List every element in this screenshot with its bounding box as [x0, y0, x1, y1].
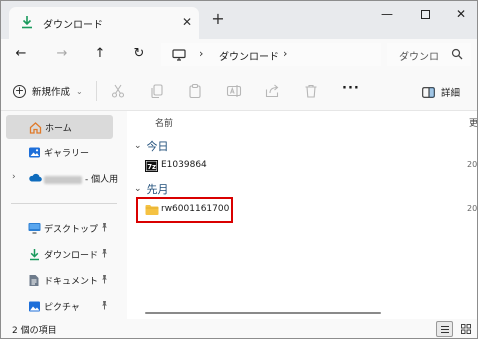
sidebar-item-label: ダウンロード — [44, 251, 99, 261]
paste-button[interactable] — [187, 83, 203, 99]
rename-button[interactable] — [226, 83, 242, 99]
file-name: E1039864 — [161, 160, 207, 170]
navigation-pane: ホーム ギャラリー › - 個人用 デスクトップ ダウンロード ドキュメント ピ… — [1, 111, 127, 319]
sidebar-item-label: ドキュメント — [44, 277, 99, 287]
pin-icon — [100, 274, 109, 286]
desktop-icon — [28, 222, 41, 237]
trash-icon — [305, 84, 317, 98]
back-button[interactable]: ← — [11, 44, 31, 64]
column-header-name[interactable]: 名前 — [155, 116, 173, 129]
search-input[interactable]: ダウンロ — [399, 48, 439, 63]
forward-button[interactable]: → — [52, 44, 72, 64]
share-icon — [265, 84, 279, 98]
sidebar-item-label: デスクトップ — [44, 225, 99, 235]
breadcrumb-separator[interactable]: › — [199, 47, 203, 60]
share-button[interactable] — [264, 83, 280, 99]
file-date: 20 — [467, 204, 478, 213]
address-bar[interactable]: › ダウンロード › — [161, 43, 381, 66]
download-icon — [20, 15, 34, 32]
home-icon — [29, 121, 42, 137]
pictures-icon — [28, 300, 41, 316]
maximize-icon — [420, 10, 430, 19]
details-button[interactable]: 詳細 — [422, 85, 460, 99]
up-button[interactable]: ↑ — [90, 44, 110, 64]
sidebar-item-label: - 個人用 — [85, 175, 119, 185]
new-tab-button[interactable]: + — [210, 11, 226, 27]
add-icon: + — [13, 83, 26, 98]
sidebar-item-label: ホーム — [45, 124, 72, 134]
breadcrumb-downloads[interactable]: ダウンロード — [219, 48, 279, 63]
refresh-button[interactable]: ↻ — [129, 44, 149, 64]
group-header-today[interactable]: ⌄ 今日 — [134, 138, 169, 154]
search-icon — [451, 48, 463, 63]
this-pc-icon — [172, 49, 186, 64]
file-explorer-window: ダウンロード ✕ + — ✕ ← → ↑ ↻ › ダウンロード › ダウンロ +… — [0, 0, 478, 339]
toolbar-divider — [96, 81, 97, 101]
delete-button[interactable] — [303, 83, 319, 99]
new-button[interactable]: + 新規作成 ⌄ — [13, 82, 83, 100]
details-view-button[interactable] — [436, 321, 453, 337]
command-bar: + 新規作成 ⌄ ··· 詳細 — [1, 69, 477, 111]
pin-icon — [100, 300, 109, 312]
sidebar-item-label: ピクチャ — [44, 303, 80, 313]
chevron-down-icon: ⌄ — [76, 86, 83, 96]
horizontal-scrollbar[interactable] — [145, 312, 381, 314]
redacted-account-name — [44, 175, 82, 184]
document-icon — [28, 274, 40, 290]
svg-text:7z: 7z — [147, 163, 156, 171]
search-box[interactable]: ダウンロ — [387, 43, 471, 66]
rename-icon — [226, 85, 242, 97]
onedrive-cloud-icon — [28, 172, 42, 186]
grid-view-icon — [460, 324, 471, 334]
sidebar-item-home[interactable]: ホーム — [6, 115, 113, 139]
scissors-icon — [111, 84, 125, 98]
gallery-icon — [28, 146, 41, 162]
file-list[interactable]: 名前 更 ⌄ 今日 7z E1039864 20 ⌄ 先月 rw60011617… — [127, 111, 477, 319]
item-count: 2 個の項目 — [12, 326, 57, 336]
sidebar-item-desktop[interactable]: デスクトップ — [6, 217, 113, 241]
cut-button[interactable] — [110, 83, 126, 99]
chevron-down-icon: ⌄ — [134, 184, 142, 194]
details-label: 詳細 — [441, 88, 461, 99]
close-tab-button[interactable]: ✕ — [179, 14, 195, 30]
group-label: 先月 — [146, 183, 169, 196]
expand-chevron-icon[interactable]: › — [12, 172, 16, 182]
address-row: ← → ↑ ↻ › ダウンロード › ダウンロ — [1, 39, 477, 69]
7zip-archive-icon: 7z — [145, 160, 158, 175]
tab-downloads[interactable]: ダウンロード ✕ — [9, 7, 199, 39]
more-options-button[interactable]: ··· — [342, 81, 360, 96]
download-icon — [28, 248, 41, 264]
sidebar-item-downloads[interactable]: ダウンロード — [6, 243, 113, 267]
paste-icon — [189, 83, 201, 99]
chevron-down-icon: ⌄ — [134, 141, 142, 151]
sidebar-item-pictures[interactable]: ピクチャ — [6, 295, 113, 319]
column-header-date[interactable]: 更 — [469, 116, 477, 129]
sidebar-item-onedrive[interactable]: › - 個人用 — [6, 167, 118, 191]
breadcrumb-separator[interactable]: › — [283, 47, 287, 60]
close-window-button[interactable]: ✕ — [441, 1, 477, 29]
tab-label: ダウンロード — [43, 20, 103, 31]
sidebar-item-label: ギャラリー — [44, 149, 90, 159]
sidebar-item-documents[interactable]: ドキュメント — [6, 269, 113, 293]
copy-button[interactable] — [149, 83, 165, 99]
status-bar: 2 個の項目 — [1, 319, 477, 338]
list-view-icon — [440, 325, 449, 333]
file-date: 20 — [467, 160, 478, 169]
file-row[interactable]: 7z E1039864 20 — [141, 156, 477, 178]
copy-icon — [151, 84, 163, 99]
group-label: 今日 — [146, 140, 169, 153]
pin-icon — [100, 222, 109, 234]
sidebar-item-gallery[interactable]: ギャラリー — [6, 141, 113, 165]
highlight-annotation-box — [136, 197, 233, 223]
nav-divider — [11, 203, 117, 204]
minimize-button[interactable]: — — [367, 1, 407, 29]
maximize-button[interactable] — [405, 1, 445, 29]
title-bar: ダウンロード ✕ + — ✕ — [1, 1, 477, 39]
new-label: 新規作成 — [32, 87, 71, 98]
pin-icon — [100, 248, 109, 260]
tiles-view-button[interactable] — [457, 321, 474, 337]
details-pane-icon — [422, 86, 435, 98]
group-header-last-month[interactable]: ⌄ 先月 — [134, 181, 169, 197]
